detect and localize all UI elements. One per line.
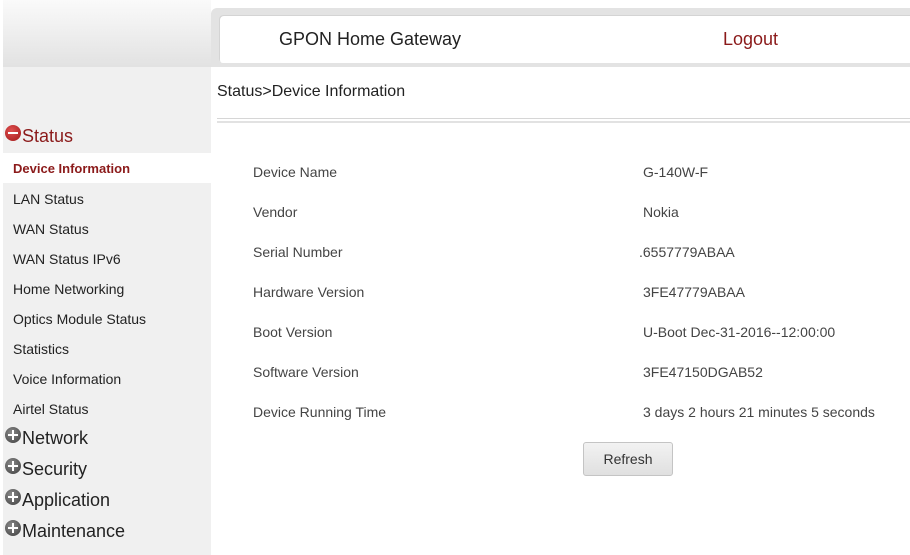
collapse-minus-icon	[5, 125, 21, 141]
sidebar-item-lan-status[interactable]: LAN Status	[3, 184, 211, 214]
refresh-button[interactable]: Refresh	[583, 442, 673, 476]
sidebar-item-airtel-status[interactable]: Airtel Status	[3, 394, 211, 424]
expand-plus-icon	[5, 489, 21, 505]
device-name-value: G-140W-F	[643, 164, 709, 180]
sidebar-category-label: Status	[22, 125, 74, 146]
gateway-title: GPON Home Gateway	[279, 29, 462, 49]
vendor-label: Vendor	[253, 204, 298, 220]
sidebar-category-maintenance[interactable]: Maintenance	[3, 517, 125, 545]
sidebar-category-label: Maintenance	[22, 520, 126, 541]
expand-plus-icon	[5, 520, 21, 536]
boot-version-value: U-Boot Dec-31-2016--12:00:00	[643, 324, 836, 340]
sidebar-category-label: Network	[22, 427, 89, 448]
sidebar-category-label: Application	[22, 489, 111, 510]
device-running-time-value: 3 days 2 hours 21 minutes 5 seconds	[643, 404, 875, 420]
serial-number-label: Serial Number	[253, 244, 343, 260]
vendor-value: Nokia	[643, 204, 679, 220]
expand-plus-icon	[5, 427, 21, 443]
software-version-label: Software Version	[253, 364, 359, 380]
sidebar-item-wan-status[interactable]: WAN Status	[3, 214, 211, 244]
boot-version-label: Boot Version	[253, 324, 333, 340]
sidebar-category-label: Security	[22, 458, 88, 479]
software-version-value: 3FE47150DGAB52	[643, 364, 763, 380]
sidebar-item-statistics[interactable]: Statistics	[3, 334, 211, 364]
sidebar-item-device-information[interactable]: Device Information	[3, 153, 211, 183]
content-divider	[217, 118, 910, 123]
sidebar-category-status[interactable]: Status	[3, 122, 73, 150]
logo-area	[3, 0, 211, 67]
hardware-version-value: 3FE47779ABAA	[643, 284, 745, 300]
sidebar-item-wan-status-ipv6[interactable]: WAN Status IPv6	[3, 244, 211, 274]
device-running-time-label: Device Running Time	[253, 404, 387, 420]
header-bar: GPON Home Gateway Logout	[211, 8, 910, 67]
breadcrumb: Status>Device Information	[217, 83, 406, 100]
logout-link[interactable]: Logout	[723, 29, 778, 50]
sidebar-category-network[interactable]: Network	[3, 424, 88, 452]
hardware-version-label: Hardware Version	[253, 284, 365, 300]
sidebar-category-security[interactable]: Security	[3, 455, 87, 483]
serial-number-value: .6557779ABAA	[639, 244, 735, 260]
expand-plus-icon	[5, 458, 21, 474]
sidebar-item-voice-information[interactable]: Voice Information	[3, 364, 211, 394]
sidebar-item-home-networking[interactable]: Home Networking	[3, 274, 211, 304]
sidebar-category-application[interactable]: Application	[3, 486, 110, 514]
device-name-label: Device Name	[253, 164, 338, 180]
sidebar-item-optics-module-status[interactable]: Optics Module Status	[3, 304, 211, 334]
